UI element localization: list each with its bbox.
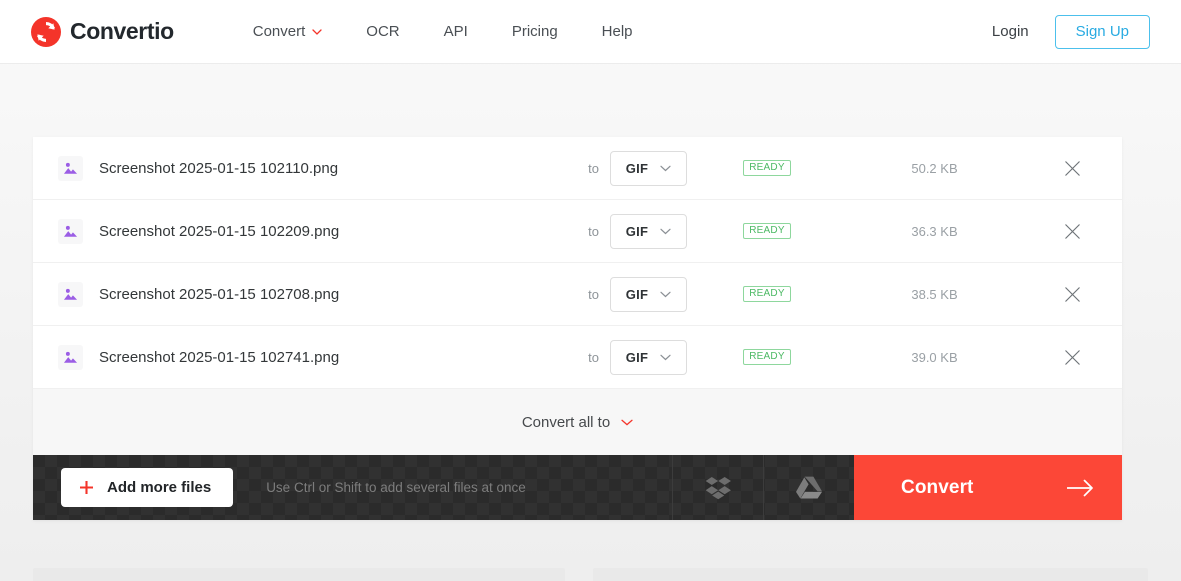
add-more-files-button[interactable]: Add more files [61, 468, 234, 507]
nav-item-convert[interactable]: Convert [231, 23, 345, 40]
arrow-right-icon [1067, 479, 1093, 496]
close-x-icon [1064, 349, 1080, 365]
brand-name: Convertio [70, 18, 174, 44]
brand-logo[interactable]: Convertio [31, 16, 174, 47]
remove-file-button[interactable] [1022, 223, 1122, 240]
nav-item-label: API [443, 23, 468, 40]
table-row[interactable]: Screenshot 2025-01-15 102708.png to GIF … [33, 263, 1122, 326]
image-file-icon [58, 218, 83, 244]
file-size: 50.2 KB [911, 160, 958, 176]
convert-button[interactable]: Convert [854, 455, 1122, 520]
file-size: 39.0 KB [911, 349, 958, 365]
nav-item-label: Help [601, 23, 633, 40]
table-row[interactable]: Screenshot 2025-01-15 102741.png to GIF … [33, 326, 1122, 389]
image-file-icon [58, 155, 83, 181]
google-drive-upload-button[interactable] [763, 455, 854, 520]
file-list-card: Screenshot 2025-01-15 102110.png to GIF … [33, 137, 1122, 520]
status-badge: READY [743, 285, 791, 303]
file-name: Screenshot 2025-01-15 102708.png [99, 285, 340, 303]
image-file-icon [58, 344, 83, 370]
status-cell: READY [687, 285, 847, 303]
convertio-refresh-circle-icon [31, 16, 61, 47]
chevron-down-icon [660, 354, 671, 360]
multi-select-hint: Use Ctrl or Shift to add several files a… [266, 480, 526, 495]
nav-item-label: OCR [366, 23, 400, 40]
add-more-files-label: Add more files [107, 479, 212, 496]
action-bar: Add more files Use Ctrl or Shift to add … [33, 455, 1122, 520]
dropbox-icon [705, 476, 731, 499]
format-select[interactable]: GIF [610, 276, 687, 312]
nav-item-help[interactable]: Help [580, 23, 655, 40]
file-size: 38.5 KB [911, 286, 958, 302]
signup-button[interactable]: Sign Up [1054, 14, 1150, 49]
nav-item-pricing[interactable]: Pricing [490, 23, 580, 40]
format-select[interactable]: GIF [610, 339, 687, 375]
table-row[interactable]: Screenshot 2025-01-15 102209.png to GIF … [33, 200, 1122, 263]
remove-file-button[interactable] [1022, 160, 1122, 177]
close-x-icon [1064, 160, 1080, 176]
to-label: to [588, 160, 599, 176]
to-label: to [588, 286, 599, 302]
chevron-down-icon [660, 165, 671, 171]
status-badge: READY [743, 222, 791, 240]
below-fold-panels [0, 568, 1181, 581]
nav-item-label: Convert [252, 23, 306, 40]
file-size: 36.3 KB [911, 223, 958, 239]
file-name: Screenshot 2025-01-15 102741.png [99, 348, 340, 366]
format-value: GIF [625, 349, 649, 365]
remove-file-button[interactable] [1022, 286, 1122, 303]
close-x-icon [1064, 223, 1080, 239]
file-name: Screenshot 2025-01-15 102110.png [99, 159, 339, 177]
site-header: Convertio Convert OCR API Pricing Help L… [0, 0, 1181, 64]
format-select[interactable]: GIF [610, 150, 687, 186]
remove-file-button[interactable] [1022, 349, 1122, 366]
status-badge: READY [743, 159, 791, 177]
panel-placeholder-right [593, 568, 1148, 581]
header-actions: Login Sign Up [992, 14, 1150, 49]
format-value: GIF [625, 286, 649, 302]
chevron-down-icon [621, 419, 633, 425]
image-file-icon [58, 281, 83, 307]
convert-all-to-button[interactable]: Convert all to [33, 389, 1122, 455]
convert-all-label: Convert all to [521, 413, 611, 431]
to-label: to [588, 223, 599, 239]
status-badge: READY [743, 348, 791, 366]
chevron-down-icon [660, 291, 671, 297]
status-cell: READY [687, 159, 847, 177]
status-cell: READY [687, 348, 847, 366]
nav-item-ocr[interactable]: OCR [344, 23, 421, 40]
nav-item-api[interactable]: API [422, 23, 490, 40]
file-name: Screenshot 2025-01-15 102209.png [99, 222, 340, 240]
add-files-zone: Add more files Use Ctrl or Shift to add … [33, 455, 672, 520]
panel-placeholder-left [33, 568, 565, 581]
login-link[interactable]: Login [992, 23, 1029, 40]
close-x-icon [1064, 286, 1080, 302]
dropbox-upload-button[interactable] [672, 455, 763, 520]
chevron-down-icon [312, 28, 322, 35]
nav-item-label: Pricing [511, 23, 558, 40]
to-label: to [588, 349, 599, 365]
format-select[interactable]: GIF [610, 213, 687, 249]
google-drive-icon [796, 476, 822, 499]
convert-button-label: Convert [901, 476, 974, 498]
status-cell: READY [687, 222, 847, 240]
page-root: Convertio Convert OCR API Pricing Help L… [0, 0, 1181, 581]
format-value: GIF [625, 223, 649, 239]
main-nav: Convert OCR API Pricing Help [231, 23, 655, 40]
format-value: GIF [625, 160, 649, 176]
plus-icon [80, 481, 93, 494]
table-row[interactable]: Screenshot 2025-01-15 102110.png to GIF … [33, 137, 1122, 200]
chevron-down-icon [660, 228, 671, 234]
